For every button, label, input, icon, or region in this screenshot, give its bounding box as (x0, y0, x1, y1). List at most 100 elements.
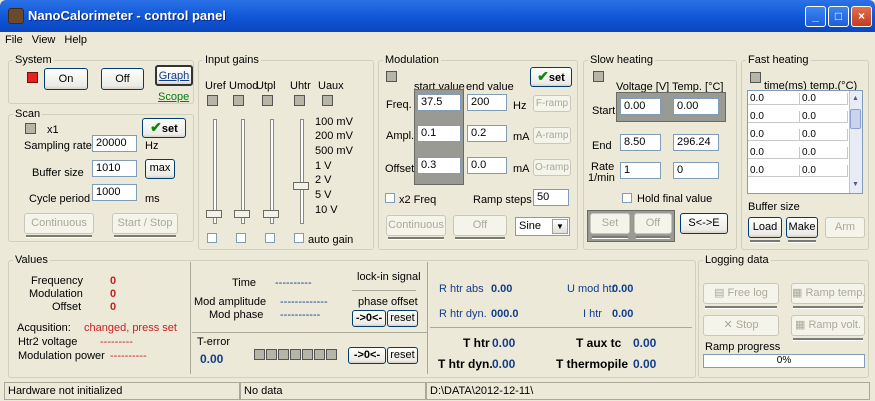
gain-check-umod[interactable] (236, 233, 246, 243)
minimize-button[interactable]: _ (805, 6, 826, 27)
slow-end-voltage-input[interactable]: 8.50 (620, 134, 661, 151)
gain-slider-utpl-thumb[interactable] (263, 210, 279, 218)
offset-value-label: Offset (52, 301, 82, 313)
cycle-period-label: Cycle period (29, 193, 91, 205)
gain-led-uhtr (294, 95, 305, 106)
on-button[interactable]: On (44, 68, 88, 90)
maximize-button[interactable]: □ (828, 6, 849, 27)
freq-start-input[interactable]: 37.5 (417, 94, 461, 111)
graph-button[interactable]: Graph (155, 65, 193, 86)
scope-link[interactable]: Scope (158, 91, 189, 103)
start-stop-button[interactable]: Start / Stop (112, 213, 178, 234)
gain-slider-uhtr-track[interactable] (300, 119, 304, 224)
arm-button[interactable]: Arm (825, 217, 865, 238)
free-log-indicator (705, 306, 777, 309)
slow-off-button[interactable]: Off (634, 213, 672, 234)
scan-set-button[interactable]: ✔set (142, 118, 186, 138)
f-ramp-button[interactable]: F-ramp (533, 95, 571, 112)
phase-reset-button[interactable]: reset (387, 310, 418, 327)
gain-slider-utpl-track[interactable] (270, 119, 274, 224)
gain-level-100mv: 100 mV (315, 116, 353, 128)
rate-temp-input[interactable]: 0 (673, 162, 719, 179)
o-ramp-button[interactable]: O-ramp (533, 159, 571, 176)
cycle-period-input[interactable]: 1000 (92, 184, 137, 201)
table-cell[interactable]: 0.0 (800, 129, 848, 141)
table-cell[interactable]: 0.0 (748, 129, 800, 141)
free-log-button[interactable]: ▤ Free log (703, 283, 779, 304)
a-ramp-button[interactable]: A-ramp (533, 127, 571, 144)
table-cell[interactable]: 0.0 (800, 165, 848, 177)
modulation-continuous-indicator (388, 237, 444, 240)
modulation-off-button[interactable]: Off (453, 215, 507, 236)
gain-slider-umod-track[interactable] (241, 119, 245, 224)
ramp-temp-button[interactable]: ▦ Ramp temp. (791, 283, 865, 304)
make-button[interactable]: Make (786, 217, 818, 238)
gain-check-uref[interactable] (207, 233, 217, 243)
auto-gain-checkbox[interactable] (294, 233, 304, 243)
phase-zero-button[interactable]: ->0<- (352, 310, 386, 327)
scan-continuous-button[interactable]: Continuous (24, 213, 94, 234)
ampl-end-input[interactable]: 0.2 (467, 125, 507, 142)
gain-slider-uhtr-thumb[interactable] (293, 182, 309, 190)
gain-slider-uref-thumb[interactable] (206, 210, 222, 218)
mod-amplitude-value: ------------- (280, 296, 328, 308)
scroll-thumb[interactable] (850, 109, 861, 129)
table-cell[interactable]: 0.0 (748, 147, 800, 159)
gain-slider-umod-thumb[interactable] (234, 210, 250, 218)
slow-start-temp-input[interactable]: 0.00 (673, 98, 719, 115)
freq-end-input[interactable]: 200 (467, 94, 507, 111)
gain-slider-uref-track[interactable] (213, 119, 217, 224)
scroll-down-icon[interactable]: ▼ (850, 179, 861, 191)
offset-start-input[interactable]: 0.3 (417, 157, 461, 174)
table-cell[interactable]: 0.0 (748, 111, 800, 123)
start-stop-indicator (114, 235, 176, 238)
table-cell[interactable]: 0.0 (800, 147, 848, 159)
table-cell[interactable]: 0.0 (748, 93, 800, 105)
rate-voltage-input[interactable]: 1 (620, 162, 661, 179)
chevron-down-icon[interactable]: ▼ (552, 219, 568, 234)
table-cell[interactable]: 0.0 (800, 93, 848, 105)
modulation-continuous-button[interactable]: Continuous (386, 215, 446, 236)
slow-start-voltage-input[interactable]: 0.00 (620, 98, 661, 115)
gain-level-200mv: 200 mV (315, 130, 353, 142)
terror-divider (192, 332, 427, 333)
menu-help[interactable]: Help (59, 32, 91, 46)
data-status: No data (240, 382, 426, 400)
gain-check-utpl[interactable] (265, 233, 275, 243)
ramp-steps-input[interactable]: 50 (533, 189, 569, 206)
t-aux-tc-value: 0.00 (633, 336, 657, 350)
max-button[interactable]: max (145, 159, 175, 179)
frequency-label: Frequency (31, 275, 83, 287)
hold-final-checkbox[interactable] (622, 193, 632, 203)
off-button[interactable]: Off (101, 68, 144, 90)
offset-unit: mA (513, 163, 530, 175)
fast-heating-table[interactable]: 0.0 0.0 0.0 0.0 0.0 0.0 0.0 0.0 0.0 0.0 … (747, 90, 863, 194)
gain-led-uref (207, 95, 218, 106)
load-button[interactable]: Load (748, 217, 782, 238)
modulation-set-button[interactable]: ✔set (530, 67, 572, 87)
menu-view[interactable]: View (27, 32, 60, 46)
scan-led (25, 123, 36, 134)
sampling-rate-input[interactable]: 20000 (92, 135, 137, 152)
x2-freq-checkbox[interactable] (385, 193, 395, 203)
menu-file[interactable]: File (0, 32, 27, 46)
ampl-start-input[interactable]: 0.1 (417, 125, 461, 142)
swap-start-end-button[interactable]: S<->E (680, 213, 728, 234)
slow-set-button[interactable]: Set (590, 213, 630, 234)
close-button[interactable]: × (851, 6, 872, 27)
slow-end-temp-input[interactable]: 296.24 (673, 134, 719, 151)
ramp-volt-button[interactable]: ▦ Ramp volt. (791, 315, 865, 336)
t-error-reset-button[interactable]: reset (387, 347, 418, 364)
table-cell[interactable]: 0.0 (800, 111, 848, 123)
acquisition-status: changed, press set (84, 322, 177, 334)
time-label: Time (232, 277, 257, 289)
ramp-progress-text: 0% (776, 355, 792, 366)
table-scrollbar[interactable] (849, 91, 862, 193)
offset-end-input[interactable]: 0.0 (467, 157, 507, 174)
buffer-size-input[interactable]: 1010 (92, 160, 137, 177)
stop-log-button[interactable]: ✕ Stop (703, 315, 779, 336)
table-cell[interactable]: 0.0 (748, 165, 800, 177)
app-icon (8, 8, 24, 24)
t-error-zero-button[interactable]: ->0<- (348, 347, 386, 364)
scroll-up-icon[interactable]: ▲ (850, 93, 861, 105)
